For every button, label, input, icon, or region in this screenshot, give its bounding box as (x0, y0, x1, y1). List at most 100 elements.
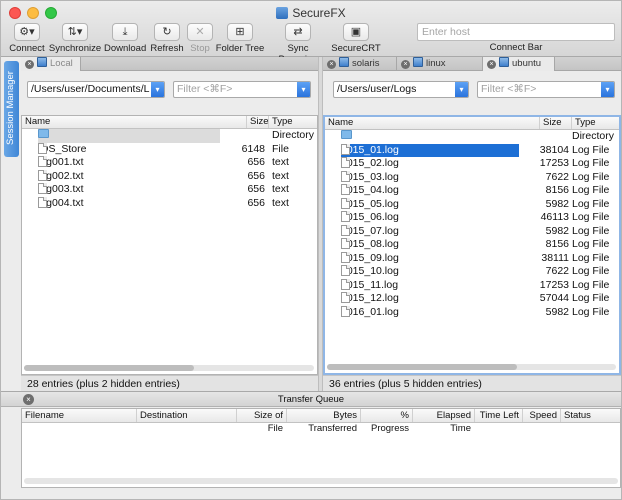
list-item[interactable]: 2015_08.log 8156 Log File (325, 238, 619, 252)
file-size: 7622 (545, 265, 569, 277)
host-input[interactable] (417, 23, 615, 41)
queue-column-destination[interactable]: Destination (136, 409, 236, 422)
chevron-down-icon[interactable]: ▾ (601, 82, 614, 97)
remote-filter-field[interactable]: Filter <⌘F> ▾ (477, 81, 615, 98)
close-tab-icon[interactable]: × (327, 60, 336, 69)
column-type[interactable]: Type (268, 116, 319, 128)
column-type[interactable]: Type (571, 117, 619, 129)
refresh-button[interactable]: ↻ Refresh (149, 23, 185, 54)
file-type: Log File (572, 251, 610, 264)
refresh-icon: ↻ (154, 23, 180, 41)
file-name-cell: 2015_01.log (341, 143, 519, 157)
file-icon (341, 184, 350, 195)
tab-linux[interactable]: × linux (397, 57, 483, 71)
list-item[interactable]: 2015_03.log 7622 Log File (325, 170, 619, 185)
queue-column-bytes-transferred[interactable]: Bytes Transferred (286, 409, 360, 434)
list-item[interactable]: 2015_11.log 17253 Log File (325, 278, 619, 293)
queue-column-progress[interactable]: % Progress (360, 409, 412, 434)
transfer-queue-list[interactable]: Filename Destination Size of File Bytes Tra… (21, 408, 621, 488)
scrollbar-thumb[interactable] (24, 365, 194, 371)
queue-column-elapsed-time[interactable]: Elapsed Time (412, 409, 474, 434)
file-icon (341, 157, 350, 168)
list-item[interactable]: 2015_09.log 38111 Log File (325, 251, 619, 266)
list-item[interactable]: log004.txt 656 text (22, 196, 317, 211)
close-tab-icon[interactable]: × (401, 60, 410, 69)
local-path-field[interactable]: /Users/user/Documents/L ▾ (27, 81, 165, 98)
file-type: text (272, 156, 289, 168)
securefx-app-icon (276, 7, 289, 19)
list-item[interactable]: 2015_05.log 5982 Log File (325, 197, 619, 212)
securecrt-button[interactable]: ▣ SecureCRT (331, 23, 381, 54)
chevron-down-icon[interactable]: ▾ (297, 82, 310, 97)
column-name[interactable]: Name (325, 117, 539, 129)
file-size: 38111 (541, 251, 569, 264)
chevron-down-icon[interactable]: ▾ (151, 82, 164, 97)
local-file-list[interactable]: Name Size Type .. Directory .DS_Store 6148 F… (21, 115, 318, 375)
stop-button[interactable]: ✕ Stop (187, 23, 213, 54)
remote-path-field[interactable]: /Users/user/Logs ▾ (333, 81, 469, 98)
file-type: Directory (572, 130, 615, 142)
column-name[interactable]: Name (22, 116, 246, 128)
queue-column-speed[interactable]: Speed (522, 409, 560, 422)
list-item[interactable]: log002.txt 656 text (22, 169, 317, 184)
close-icon[interactable]: × (23, 394, 34, 405)
column-size[interactable]: Size (246, 116, 268, 128)
transfer-queue-header: Filename Destination Size of File Bytes Tra… (22, 409, 620, 434)
tab-local[interactable]: × Local (21, 57, 81, 71)
local-path-row: /Users/user/Documents/L ▾ Filter <⌘F> ▾ (27, 81, 315, 98)
scrollbar-thumb[interactable] (327, 364, 517, 370)
list-item[interactable]: 2015_04.log 8156 Log File (325, 184, 619, 198)
download-icon: ⤓ (112, 23, 138, 41)
list-item[interactable]: log001.txt 656 text (22, 156, 317, 170)
queue-column-size-of-file[interactable]: Size of File (236, 409, 286, 434)
folder-icon (341, 130, 352, 139)
file-name-cell: 2015_12.log (341, 292, 519, 306)
file-icon (341, 251, 350, 263)
tab-ubuntu[interactable]: × ubuntu (483, 57, 555, 71)
list-item[interactable]: .. Directory (22, 129, 317, 143)
list-item[interactable]: 2015_10.log 7622 Log File (325, 265, 619, 279)
horizontal-scrollbar[interactable] (327, 364, 616, 370)
file-type: Log File (572, 157, 610, 169)
queue-column-status[interactable]: Status (560, 409, 620, 422)
connect-button[interactable]: ⚙▾ Connect (9, 23, 45, 54)
file-size: 5982 (545, 224, 569, 237)
column-size[interactable]: Size (539, 117, 571, 129)
close-tab-icon[interactable]: × (487, 60, 496, 69)
folder-tree-button[interactable]: ⊞ Folder Tree (215, 23, 265, 54)
session-manager-tab[interactable]: Session Manager (4, 61, 19, 157)
list-item[interactable]: 2015_06.log 46113 Log File (325, 211, 619, 225)
horizontal-scrollbar[interactable] (24, 478, 618, 484)
list-item[interactable]: .DS_Store 6148 File (22, 142, 317, 157)
list-item[interactable]: log003.txt 656 text (22, 183, 317, 197)
list-item[interactable]: 2015_07.log 5982 Log File (325, 224, 619, 239)
queue-column-filename[interactable]: Filename (22, 409, 136, 422)
file-size: 656 (247, 169, 265, 182)
queue-column-time-left[interactable]: Time Left (474, 409, 522, 422)
tab-solaris[interactable]: × solaris (323, 57, 397, 71)
file-type: Log File (572, 238, 610, 250)
window-title: SecureFX (1, 6, 621, 20)
list-item[interactable]: 2016_01.log 5982 Log File (325, 305, 619, 320)
horizontal-scrollbar[interactable] (24, 365, 314, 371)
file-type: text (272, 196, 289, 209)
download-button[interactable]: ⤓ Download (104, 23, 146, 54)
close-tab-icon[interactable]: × (25, 60, 34, 69)
local-filter-field[interactable]: Filter <⌘F> ▾ (173, 81, 311, 98)
list-item[interactable]: 2015_01.log 38104 Log File (325, 143, 619, 157)
file-size: 8156 (545, 184, 569, 196)
list-item[interactable]: 2015_12.log 57044 Log File (325, 292, 619, 306)
file-size: 6148 (241, 142, 265, 155)
file-name-cell: 2015_10.log (341, 265, 519, 279)
chevron-down-icon[interactable]: ▾ (455, 82, 468, 97)
file-icon (341, 265, 350, 276)
file-size: 7622 (545, 170, 569, 183)
file-icon (341, 305, 350, 317)
file-name-cell: log001.txt (38, 156, 220, 170)
list-item[interactable]: 2015_02.log 17253 Log File (325, 157, 619, 171)
remote-file-list[interactable]: Name Size Type .. Directory 2015_01.log 381… (323, 115, 621, 375)
file-name-cell: .. (38, 129, 220, 143)
list-item[interactable]: .. Directory (325, 130, 619, 144)
file-icon (341, 278, 350, 290)
synchronize-button[interactable]: ⇅▾ Synchronize (48, 23, 102, 54)
